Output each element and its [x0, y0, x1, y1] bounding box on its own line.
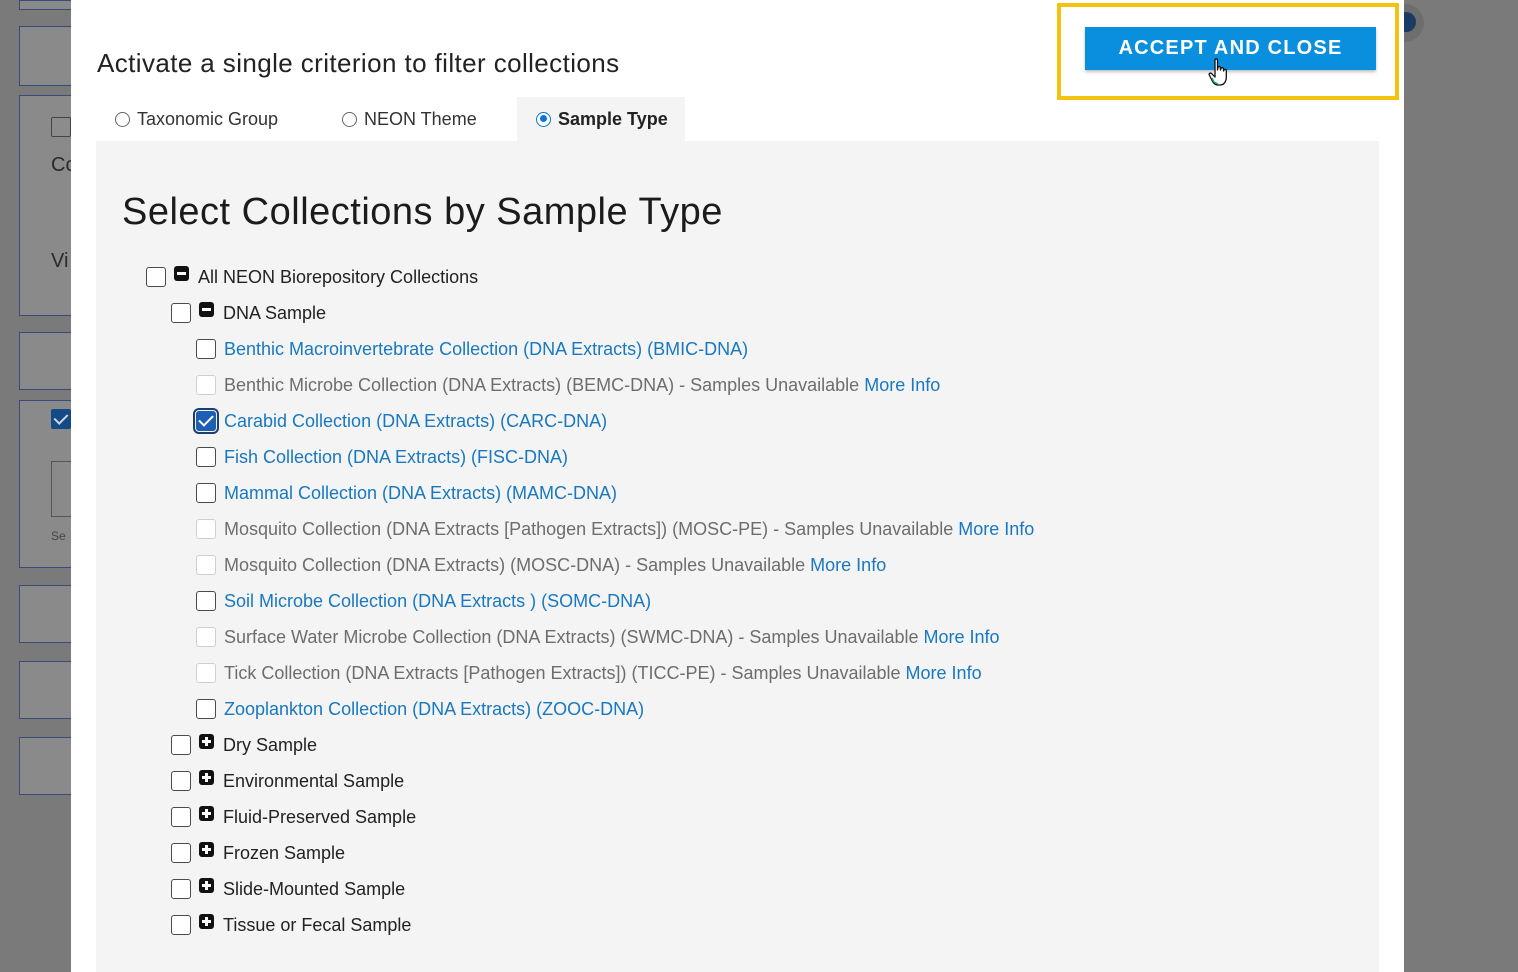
expand-icon[interactable] [199, 805, 214, 821]
radio-icon[interactable] [342, 111, 357, 127]
collapse-icon[interactable] [199, 301, 214, 317]
checkbox-disabled [196, 375, 216, 395]
tree-label: Dry Sample [223, 734, 318, 755]
checkbox[interactable] [196, 447, 216, 467]
tree-item-label: Surface Water Microbe Collection (DNA Ex… [224, 626, 919, 647]
background-button [19, 585, 79, 643]
radio-selected-icon[interactable] [536, 111, 551, 127]
tree-node-dna-sample: DNA Sample [171, 295, 326, 331]
tree-node-all-collections: All NEON Biorepository Collections [146, 259, 478, 295]
tree-item-label: Tick Collection (DNA Extracts [Pathogen … [224, 662, 901, 683]
tree-label: Frozen Sample [223, 842, 346, 863]
tree-node-environmental-sample: Environmental Sample [171, 763, 404, 799]
checkbox[interactable] [171, 879, 191, 899]
tab-label: Taxonomic Group [137, 108, 279, 129]
tree-item-label[interactable]: Zooplankton Collection (DNA Extracts) (Z… [224, 699, 644, 720]
checkbox[interactable] [196, 699, 216, 719]
tree-label: Tissue or Fecal Sample [223, 914, 412, 935]
tree-item-label: Mosquito Collection (DNA Extracts) (MOSC… [224, 554, 806, 575]
expand-icon[interactable] [199, 841, 214, 857]
tree-item-carc-dna: Carabid Collection (DNA Extracts) (CARC-… [193, 403, 607, 439]
tree-item-label[interactable]: Fish Collection (DNA Extracts) (FISC-DNA… [224, 447, 568, 468]
background-panel [19, 0, 79, 10]
tree-item-swmc-dna: Surface Water Microbe Collection (DNA Ex… [196, 619, 1000, 655]
more-info-link[interactable]: More Info [958, 519, 1034, 540]
more-info-link[interactable]: More Info [906, 663, 982, 684]
tree-label: Environmental Sample [223, 770, 405, 791]
tree-node-dry-sample: Dry Sample [171, 727, 317, 763]
checkbox[interactable] [171, 807, 191, 827]
expand-icon[interactable] [199, 733, 214, 749]
background-checkbox-checked [51, 409, 71, 429]
checkbox[interactable] [196, 591, 216, 611]
more-info-link[interactable]: More Info [864, 375, 940, 396]
tree-item-label[interactable]: Soil Microbe Collection (DNA Extracts ) … [224, 591, 651, 612]
tree-label: DNA Sample [223, 302, 327, 323]
tab-sample-type[interactable]: Sample Type [517, 97, 685, 141]
tab-taxonomic-group[interactable]: Taxonomic Group [115, 97, 278, 141]
checkbox-checked[interactable] [193, 408, 219, 434]
tree-node-fluid-preserved-sample: Fluid-Preserved Sample [171, 799, 416, 835]
tree-item-bmic-dna: Benthic Macroinvertebrate Collection (DN… [196, 331, 748, 367]
modal-title: Activate a single criterion to filter co… [97, 48, 620, 78]
radio-icon[interactable] [115, 111, 130, 127]
tree-item-label[interactable]: Mammal Collection (DNA Extracts) (MAMC-D… [224, 483, 617, 504]
more-info-link[interactable]: More Info [810, 555, 886, 576]
checkbox[interactable] [196, 339, 216, 359]
tree-item-fisc-dna: Fish Collection (DNA Extracts) (FISC-DNA… [196, 439, 568, 475]
checkbox-disabled [196, 663, 216, 683]
tree-item-ticc-pe: Tick Collection (DNA Extracts [Pathogen … [196, 655, 982, 691]
checkbox[interactable] [171, 843, 191, 863]
tree-item-zooc-dna: Zooplankton Collection (DNA Extracts) (Z… [196, 691, 644, 727]
tree-label: Slide-Mounted Sample [223, 878, 406, 899]
tab-neon-theme[interactable]: NEON Theme [342, 97, 477, 141]
tree-label: All NEON Biorepository Collections [198, 266, 479, 287]
checkbox[interactable] [171, 303, 191, 323]
checkbox[interactable] [196, 483, 216, 503]
tree-node-slide-mounted-sample: Slide-Mounted Sample [171, 871, 405, 907]
tab-label: NEON Theme [364, 108, 477, 129]
tree-item-mosc-dna: Mosquito Collection (DNA Extracts) (MOSC… [196, 547, 886, 583]
more-info-link[interactable]: More Info [924, 627, 1000, 648]
tree-item-label: Mosquito Collection (DNA Extracts [Patho… [224, 518, 954, 539]
tree-item-mamc-dna: Mammal Collection (DNA Extracts) (MAMC-D… [196, 475, 617, 511]
expand-icon[interactable] [199, 913, 214, 929]
background-button [19, 332, 79, 390]
tree-item-label[interactable]: Carabid Collection (DNA Extracts) (CARC-… [224, 411, 607, 432]
background-button [19, 737, 79, 795]
tree-item-label: Benthic Microbe Collection (DNA Extracts… [224, 374, 860, 395]
background-button [19, 661, 79, 719]
checkbox[interactable] [171, 735, 191, 755]
tree-item-mosc-pe: Mosquito Collection (DNA Extracts [Patho… [196, 511, 1034, 547]
checkbox-disabled [196, 627, 216, 647]
tree-node-tissue-fecal-sample: Tissue or Fecal Sample [171, 907, 411, 943]
tree-item-somc-dna: Soil Microbe Collection (DNA Extracts ) … [196, 583, 651, 619]
checkbox[interactable] [146, 267, 166, 287]
background-text: Vi [51, 250, 69, 272]
tree-item-label[interactable]: Benthic Macroinvertebrate Collection (DN… [224, 339, 748, 360]
checkbox[interactable] [171, 915, 191, 935]
accept-and-close-button[interactable]: ACCEPT AND CLOSE [1085, 27, 1376, 70]
background-button [19, 26, 79, 86]
collapse-icon[interactable] [174, 265, 189, 281]
tab-label: Sample Type [558, 108, 668, 129]
checkbox-disabled [196, 555, 216, 575]
filter-modal: Activate a single criterion to filter co… [71, 0, 1404, 972]
expand-icon[interactable] [199, 769, 214, 785]
sample-type-panel: Select Collections by Sample Type All NE… [96, 141, 1379, 972]
tree-label: Fluid-Preserved Sample [223, 806, 417, 827]
background-checkbox [51, 117, 71, 137]
expand-icon[interactable] [199, 877, 214, 893]
hand-pointer-icon [1208, 58, 1227, 86]
panel-heading: Select Collections by Sample Type [122, 191, 723, 233]
background-text: Se [51, 529, 66, 543]
tree-node-frozen-sample: Frozen Sample [171, 835, 345, 871]
checkbox-disabled [196, 519, 216, 539]
checkbox[interactable] [171, 771, 191, 791]
tree-item-bemc-dna: Benthic Microbe Collection (DNA Extracts… [196, 367, 940, 403]
